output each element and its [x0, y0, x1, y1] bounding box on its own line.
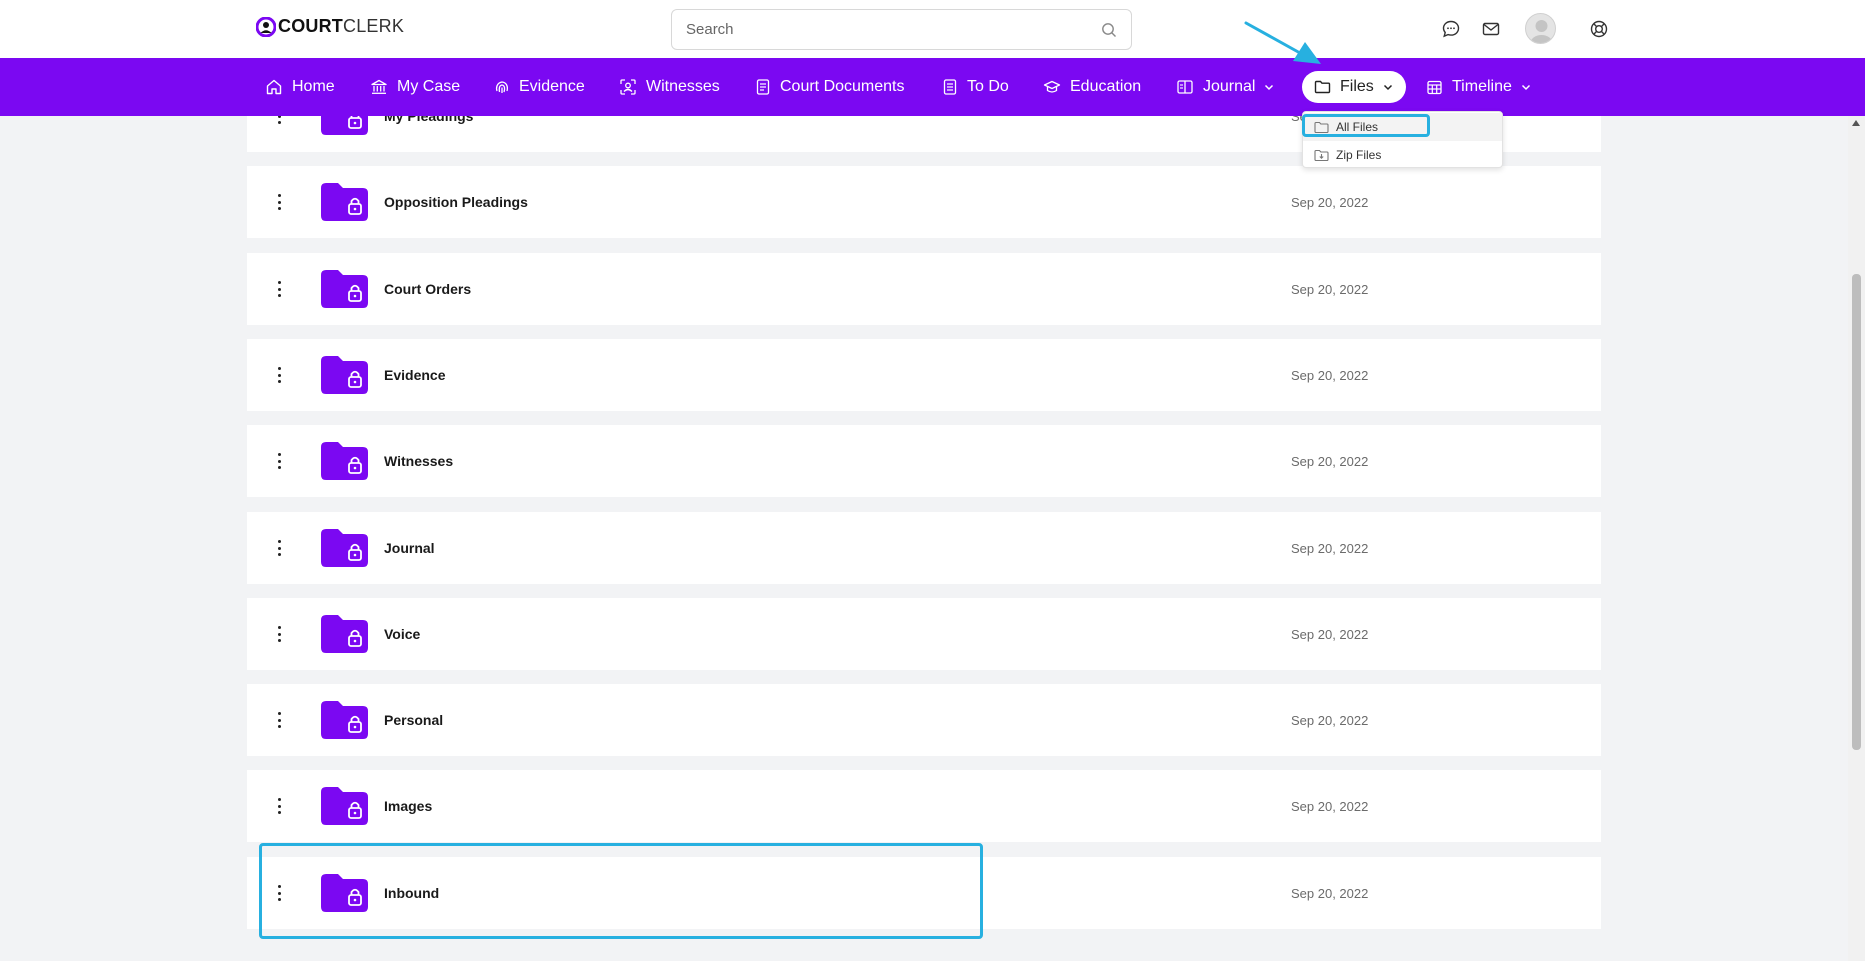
chevron-down-icon [1521, 84, 1530, 91]
nav-journal[interactable]: Journal [1176, 72, 1275, 102]
nav-evidence[interactable]: Evidence [494, 72, 585, 102]
more-options-icon[interactable] [276, 192, 282, 212]
checklist-icon [943, 79, 957, 95]
folder-name[interactable]: Journal [384, 540, 435, 556]
logo[interactable]: COURT CLERK [256, 16, 404, 37]
folder-date: Sep 20, 2022 [1291, 454, 1369, 469]
logo-text-light: CLERK [343, 16, 405, 36]
nav-my-case[interactable]: My Case [370, 72, 460, 102]
more-options-icon[interactable] [276, 796, 282, 816]
help-icon[interactable] [1588, 18, 1610, 40]
more-options-icon[interactable] [276, 710, 282, 730]
search-icon[interactable] [1101, 22, 1117, 38]
folder-name[interactable]: Personal [384, 712, 443, 728]
mail-icon[interactable] [1480, 18, 1502, 40]
nav-label: Court Documents [780, 78, 905, 95]
folder-date: Sep 20, 2022 [1291, 195, 1369, 210]
locked-folder-icon [321, 787, 368, 825]
menu-item-zip-files[interactable]: Zip Files [1303, 141, 1502, 169]
face-scan-icon [620, 79, 636, 95]
document-icon [756, 79, 770, 95]
folder-row[interactable]: Voice Sep 20, 2022 [247, 598, 1601, 670]
nav-label: Journal [1203, 78, 1256, 95]
folder-row[interactable]: Court Orders Sep 20, 2022 [247, 253, 1601, 325]
chevron-down-icon [1265, 84, 1274, 91]
fingerprint-icon [495, 81, 508, 93]
more-options-icon[interactable] [276, 624, 282, 644]
home-icon [266, 79, 282, 95]
nav-label: Files [1340, 78, 1374, 95]
more-options-icon[interactable] [276, 279, 282, 299]
nav-label: My Case [397, 78, 461, 95]
folder-row[interactable]: Personal Sep 20, 2022 [247, 684, 1601, 756]
folder-date: Sep 20, 2022 [1291, 799, 1369, 814]
folder-row[interactable]: Journal Sep 20, 2022 [247, 512, 1601, 584]
logo-text-bold: COURT [278, 16, 343, 36]
folder-row[interactable]: Images Sep 20, 2022 [247, 770, 1601, 842]
nav-witnesses[interactable]: Witnesses [619, 72, 720, 102]
nav-label: Education [1070, 78, 1142, 95]
top-header: COURT CLERK [0, 0, 1865, 58]
folder-row[interactable]: Opposition Pleadings Sep 20, 2022 [247, 166, 1601, 238]
nav-court-documents[interactable]: Court Documents [755, 72, 905, 102]
nav-timeline[interactable]: Timeline [1426, 72, 1532, 102]
nav-home[interactable]: Home [265, 72, 335, 102]
folder-name[interactable]: Voice [384, 626, 420, 642]
nav-to-do[interactable]: To Do [942, 72, 1009, 102]
nav-label: Evidence [519, 78, 585, 95]
scroll-up-arrow-icon[interactable] [1852, 120, 1860, 126]
nav-label: Home [292, 78, 335, 95]
locked-folder-icon [321, 183, 368, 221]
journal-icon [1177, 80, 1193, 94]
locked-folder-icon [321, 442, 368, 480]
chevron-down-icon [1383, 84, 1392, 91]
folder-date: Sep 20, 2022 [1291, 713, 1369, 728]
vertical-scrollbar[interactable] [1848, 116, 1865, 961]
nav-label: Timeline [1452, 78, 1512, 95]
nav-education[interactable]: Education [1043, 72, 1141, 102]
locked-folder-icon [321, 529, 368, 567]
nav-label: Witnesses [646, 78, 720, 95]
pointer-arrow-icon [1244, 21, 1321, 64]
bank-icon [371, 79, 387, 94]
main-nav: Home My Case Evidence Witnesses Court Do… [0, 58, 1865, 116]
user-avatar-icon [1530, 20, 1553, 43]
locked-folder-icon [321, 270, 368, 308]
more-options-icon[interactable] [276, 365, 282, 385]
zip-archive-icon [1314, 149, 1329, 161]
folder-name[interactable]: Court Orders [384, 281, 471, 297]
locked-folder-icon [321, 701, 368, 739]
folder-date: Sep 20, 2022 [1291, 282, 1369, 297]
scrollbar-thumb[interactable] [1852, 274, 1861, 750]
chat-icon[interactable] [1440, 18, 1462, 40]
folder-icon [1314, 80, 1331, 94]
nav-label: To Do [967, 78, 1009, 95]
locked-folder-icon [321, 356, 368, 394]
search-input[interactable] [686, 21, 1101, 38]
folder-name[interactable]: Evidence [384, 367, 445, 383]
highlight-box-inbound [259, 843, 983, 939]
folder-name[interactable]: Witnesses [384, 453, 453, 469]
search-box[interactable] [671, 9, 1132, 50]
folder-name[interactable]: Images [384, 798, 432, 814]
menu-item-label: Zip Files [1336, 148, 1382, 162]
graduation-cap-icon [1043, 80, 1061, 93]
logo-icon [256, 16, 276, 37]
folder-date: Sep 20, 2022 [1291, 541, 1369, 556]
more-options-icon[interactable] [276, 538, 282, 558]
calendar-grid-icon [1427, 80, 1442, 94]
nav-files[interactable]: Files [1302, 71, 1406, 103]
folder-date: Sep 20, 2022 [1291, 368, 1369, 383]
folder-row[interactable]: Witnesses Sep 20, 2022 [247, 425, 1601, 497]
folder-name[interactable]: Opposition Pleadings [384, 194, 528, 210]
folder-date: Sep 20, 2022 [1291, 627, 1369, 642]
avatar[interactable] [1525, 13, 1556, 44]
folder-row[interactable]: Evidence Sep 20, 2022 [247, 339, 1601, 411]
locked-folder-icon [321, 615, 368, 653]
more-options-icon[interactable] [276, 451, 282, 471]
highlight-box-all-files [1302, 114, 1430, 137]
folder-date: Sep 20, 2022 [1291, 886, 1369, 901]
